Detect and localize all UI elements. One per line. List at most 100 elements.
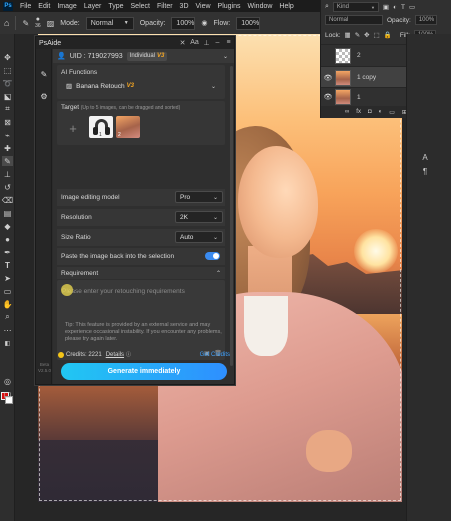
lock-position-icon[interactable]: ✥ bbox=[364, 31, 369, 39]
eyedropper-tool-icon[interactable]: ⌁ bbox=[2, 130, 13, 140]
pressure-opacity-icon[interactable]: ◉ bbox=[201, 19, 207, 27]
info-icon[interactable]: ⓘ bbox=[126, 351, 131, 358]
visibility-eye-icon[interactable]: 👁 bbox=[321, 74, 335, 82]
menu-image[interactable]: Image bbox=[57, 3, 76, 10]
settings-gear-icon[interactable]: ⚙ bbox=[39, 91, 49, 101]
menu-file[interactable]: File bbox=[20, 3, 31, 10]
menu-edit[interactable]: Edit bbox=[38, 3, 50, 10]
gradient-tool-icon[interactable]: ▤ bbox=[2, 208, 13, 218]
lock-all-icon[interactable]: 🔒 bbox=[384, 31, 392, 39]
minimize-icon[interactable]: – bbox=[213, 38, 222, 47]
type-panel-icon[interactable]: A bbox=[420, 152, 430, 162]
filter-shape-icon[interactable]: ▭ bbox=[409, 3, 415, 11]
default-colors-icon[interactable]: ◧ bbox=[2, 338, 13, 348]
size-ratio-select[interactable]: Auto ⌄ bbox=[175, 231, 223, 243]
fx-icon[interactable]: fx bbox=[356, 109, 361, 115]
function-select[interactable]: ▨ Banana Retouch V3 ⌄ bbox=[61, 80, 221, 92]
details-link[interactable]: Details bbox=[106, 352, 124, 358]
filter-pixel-icon[interactable]: ▣ bbox=[383, 3, 389, 11]
paste-back-toggle[interactable] bbox=[205, 252, 220, 260]
account-row: 👤 UID : 719027993 Individual V3 ⌄ bbox=[53, 49, 234, 63]
filter-type-icon[interactable]: T bbox=[401, 4, 405, 11]
move-tool-icon[interactable]: ✥ bbox=[2, 52, 13, 62]
adjustment-icon[interactable]: ◐ bbox=[379, 109, 383, 115]
menu-select[interactable]: Select bbox=[131, 3, 150, 10]
layer-opacity-field[interactable]: 100% bbox=[414, 15, 437, 25]
crop-tool-icon[interactable]: ⌗ bbox=[2, 104, 13, 114]
lock-artboard-icon[interactable]: ⬚ bbox=[374, 31, 380, 39]
home-icon[interactable]: ⌂ bbox=[4, 18, 9, 28]
divider bbox=[15, 16, 17, 30]
menu-help[interactable]: Help bbox=[279, 3, 293, 10]
mode-select[interactable]: Normal ▼ bbox=[85, 16, 134, 30]
menu-layer[interactable]: Layer bbox=[84, 3, 102, 10]
menu-plugins[interactable]: Plugins bbox=[218, 3, 241, 10]
healing-brush-tool-icon[interactable]: ✚ bbox=[2, 143, 13, 153]
opacity-field[interactable]: 100% bbox=[171, 16, 196, 30]
zoom-tool-icon[interactable]: ⌕ bbox=[2, 312, 13, 322]
blur-tool-icon[interactable]: ◆ bbox=[2, 221, 13, 231]
menu-icon[interactable]: ≡ bbox=[224, 38, 233, 47]
brush-tool-icon[interactable]: ✎ bbox=[22, 19, 29, 28]
pin-icon[interactable]: ⊥ bbox=[202, 38, 211, 47]
dodge-tool-icon[interactable]: ● bbox=[2, 234, 13, 244]
get-credits-link[interactable]: Get Credits bbox=[200, 352, 230, 358]
marquee-tool-icon[interactable]: ⬚ bbox=[2, 65, 13, 75]
font-size-icon[interactable]: Aa bbox=[190, 38, 199, 47]
generate-button[interactable]: Generate immediately bbox=[61, 363, 227, 380]
requirement-header[interactable]: Requirement ⌃ bbox=[57, 267, 225, 279]
rectangle-tool-icon[interactable]: ▭ bbox=[2, 286, 13, 296]
eraser-tool-icon[interactable]: ⌫ bbox=[2, 195, 13, 205]
pen-tool-icon[interactable]: ✒ bbox=[2, 247, 13, 257]
flow-field[interactable]: 100% bbox=[236, 16, 261, 30]
object-select-tool-icon[interactable]: ⬕ bbox=[2, 91, 13, 101]
lasso-tool-icon[interactable]: ➰ bbox=[2, 78, 13, 88]
requirement-label: Requirement bbox=[61, 269, 99, 277]
clone-stamp-tool-icon[interactable]: ⊥ bbox=[2, 169, 13, 179]
brush-settings-icon[interactable]: ▨ bbox=[47, 19, 55, 28]
menu-window[interactable]: Window bbox=[248, 3, 273, 10]
requirement-textarea[interactable]: Please enter your retouching requirement… bbox=[57, 280, 225, 360]
layer-kind-select[interactable]: Kind ▼ bbox=[332, 2, 379, 12]
type-tool-icon[interactable]: T bbox=[2, 260, 13, 270]
edit-mode-icon[interactable]: ✎ bbox=[39, 69, 49, 79]
history-brush-tool-icon[interactable]: ↺ bbox=[2, 182, 13, 192]
layer-blend-value: Normal bbox=[329, 17, 349, 23]
resolution-select[interactable]: 2K ⌄ bbox=[175, 211, 223, 223]
filter-adjust-icon[interactable]: ◐ bbox=[393, 4, 397, 11]
scrollbar[interactable] bbox=[230, 66, 233, 366]
paragraph-panel-icon[interactable]: ¶ bbox=[420, 166, 430, 176]
screen-mode-icon[interactable]: ▢ bbox=[2, 389, 13, 399]
menu-filter[interactable]: Filter bbox=[157, 3, 173, 10]
visibility-eye-icon[interactable]: 👁 bbox=[321, 93, 335, 101]
menu-view[interactable]: View bbox=[196, 3, 211, 10]
target-image-photo[interactable]: 2 bbox=[116, 116, 140, 138]
target-image-headphones[interactable]: 1 bbox=[89, 116, 113, 138]
group-icon[interactable]: ▭ bbox=[389, 109, 395, 116]
chevron-down-icon[interactable]: ⌄ bbox=[223, 53, 228, 60]
layer-blend-select[interactable]: Normal bbox=[325, 15, 383, 25]
brush-tool-icon[interactable]: ✎ bbox=[2, 156, 13, 166]
plugin-titlebar[interactable]: PsAide ✕ Aa ⊥ – ≡ bbox=[36, 37, 234, 49]
brush-preset-picker[interactable]: ● 36 bbox=[35, 16, 41, 30]
quick-mask-icon[interactable]: ◎ bbox=[2, 376, 13, 386]
tip-text: Tip: This feature is provided by an exte… bbox=[65, 322, 222, 342]
hand-tool-icon[interactable]: ✋ bbox=[2, 299, 13, 309]
mouse-cursor-highlight bbox=[61, 284, 73, 296]
frame-tool-icon[interactable]: ⊠ bbox=[2, 117, 13, 127]
paste-back-row: Paste the image back into the selection bbox=[57, 248, 225, 265]
link-layers-icon[interactable]: ∞ bbox=[345, 109, 349, 115]
size-ratio-row: Size Ratio Auto ⌄ bbox=[57, 229, 225, 246]
menu-type[interactable]: Type bbox=[108, 3, 123, 10]
mask-icon[interactable]: ◘ bbox=[368, 109, 372, 115]
add-image-button[interactable]: + bbox=[61, 116, 85, 140]
close-icon[interactable]: ✕ bbox=[178, 38, 187, 47]
menu-3d[interactable]: 3D bbox=[180, 3, 189, 10]
photoshop-logo: Ps bbox=[3, 1, 13, 11]
path-select-tool-icon[interactable]: ➤ bbox=[2, 273, 13, 283]
more-tools-icon[interactable]: ⋯ bbox=[2, 325, 13, 335]
model-select[interactable]: Pro ⌄ bbox=[175, 191, 223, 203]
lock-transparent-icon[interactable]: ▦ bbox=[345, 31, 351, 39]
plan-version: V3 bbox=[157, 53, 165, 59]
lock-image-icon[interactable]: ✎ bbox=[355, 31, 360, 39]
